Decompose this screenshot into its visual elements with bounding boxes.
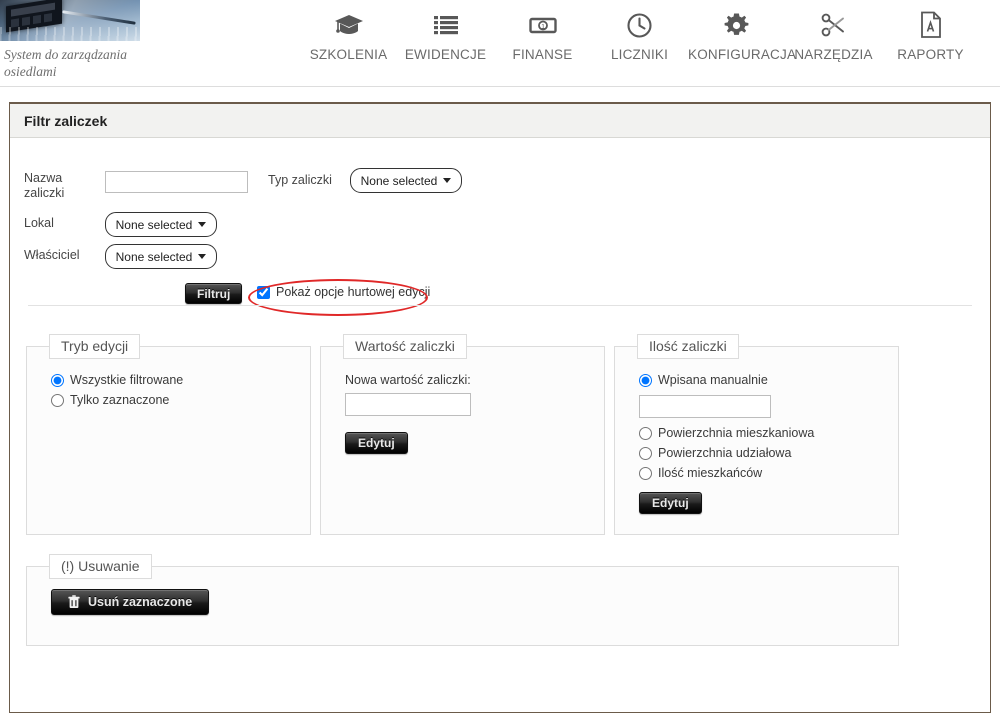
wartosc-zaliczki-fieldset: Wartość zaliczki Nowa wartość zaliczki: … — [320, 334, 605, 535]
radio-label-wszystkie-filtrowane: Wszystkie filtrowane — [70, 373, 184, 387]
nav-label-konfiguracja: KONFIGURACJA — [688, 47, 797, 62]
tryb-edycji-legend: Tryb edycji — [49, 334, 141, 359]
nav-label-finanse: FINANSE — [512, 47, 573, 62]
radio-label-ilosc-mieszkancow: Ilość mieszkańców — [658, 466, 763, 480]
radio-label-wpisana-manualnie: Wpisana manualnie — [658, 373, 768, 387]
radio-wpisana-manualnie[interactable] — [639, 373, 652, 387]
wartosc-edytuj-label: Edytuj — [358, 436, 395, 450]
ilosc-manualna-input[interactable] — [639, 395, 771, 418]
nav-label-raporty: RAPORTY — [897, 47, 964, 62]
radio-row-tylko-zaznaczone[interactable]: Tylko zaznaczone — [51, 393, 310, 407]
brand-tagline: System do zarządzania osiedlami — [4, 47, 128, 79]
filtruj-button[interactable]: Filtruj — [185, 283, 243, 304]
nav-item-raporty[interactable]: RAPORTY — [882, 9, 979, 62]
chevron-down-icon — [443, 178, 452, 183]
nav-item-szkolenia[interactable]: SZKOLENIA — [300, 9, 397, 62]
nav-label-szkolenia: SZKOLENIA — [309, 47, 388, 62]
wartosc-edytuj-button[interactable]: Edytuj — [345, 432, 408, 454]
chevron-down-icon — [198, 222, 207, 227]
bulk-edit-checkbox-row[interactable]: Pokaż opcje hurtowej edycji — [257, 285, 430, 299]
radio-row-powierzchnia-mieszkaniowa[interactable]: Powierzchnia mieszkaniowa — [639, 426, 898, 440]
main-navigation: SZKOLENIA EWIDENCJE 1 FINANSE LICZNIKI K… — [300, 9, 979, 62]
scissors-icon — [785, 9, 882, 41]
ilosc-edytuj-label: Edytuj — [652, 496, 689, 510]
tryb-edycji-fieldset: Tryb edycji Wszystkie filtrowane Tylko z… — [26, 334, 311, 535]
usun-zaznaczone-button[interactable]: Usuń zaznaczone — [51, 589, 210, 615]
page-header: System do zarządzania osiedlami SZKOLENI… — [0, 0, 1000, 87]
pdf-document-icon — [882, 9, 979, 41]
nazwa-zaliczki-input[interactable] — [105, 171, 248, 193]
ilosc-edytuj-button[interactable]: Edytuj — [639, 492, 702, 514]
bulk-edit-checkbox-label: Pokaż opcje hurtowej edycji — [276, 285, 431, 299]
nav-item-liczniki[interactable]: LICZNIKI — [591, 9, 688, 62]
radio-tylko-zaznaczone[interactable] — [51, 393, 64, 407]
nav-item-ewidencje[interactable]: EWIDENCJE — [397, 9, 494, 62]
nowa-wartosc-input[interactable] — [345, 393, 471, 416]
nav-label-liczniki: LICZNIKI — [610, 47, 669, 62]
usun-zaznaczone-label: Usuń zaznaczone — [88, 595, 193, 609]
section-divider — [28, 305, 972, 306]
paper-shape — [0, 27, 140, 41]
lokal-label: Lokal — [24, 216, 54, 230]
filter-form: Nazwa zaliczki Typ zaliczki None selecte… — [10, 138, 990, 316]
nav-item-narzedzia[interactable]: NARZĘDZIA — [785, 9, 882, 62]
brand-block: System do zarządzania osiedlami — [0, 0, 145, 80]
radio-powierzchnia-udzialowa[interactable] — [639, 446, 652, 460]
nav-item-finanse[interactable]: 1 FINANSE — [494, 9, 591, 62]
radio-row-wpisana-manualnie[interactable]: Wpisana manualnie — [639, 373, 898, 387]
nazwa-zaliczki-label: Nazwa zaliczki — [24, 171, 65, 200]
radio-wszystkie-filtrowane[interactable] — [51, 373, 64, 387]
ilosc-zaliczki-legend: Ilość zaliczki — [637, 334, 739, 359]
panel-body: Nazwa zaliczki Typ zaliczki None selecte… — [10, 138, 990, 646]
lokal-dropdown[interactable]: None selected — [105, 212, 217, 237]
trash-icon — [68, 595, 80, 609]
wartosc-zaliczki-legend: Wartość zaliczki — [343, 334, 467, 359]
clock-icon — [591, 9, 688, 41]
typ-zaliczki-dropdown[interactable]: None selected — [350, 168, 462, 193]
radio-row-powierzchnia-udzialowa[interactable]: Powierzchnia udziałowa — [639, 446, 898, 460]
lokal-value: None selected — [115, 217, 193, 232]
list-icon — [397, 9, 494, 41]
bulk-edit-checkbox[interactable] — [257, 285, 270, 299]
graduation-cap-icon — [300, 9, 397, 41]
radio-label-powierzchnia-udzialowa: Powierzchnia udziałowa — [658, 446, 792, 460]
typ-zaliczki-label: Typ zaliczki — [268, 173, 332, 187]
chevron-down-icon — [198, 254, 207, 259]
wlasciciel-value: None selected — [115, 249, 193, 264]
nav-label-narzedzia: NARZĘDZIA — [794, 47, 873, 62]
wlasciciel-label: Właściciel — [24, 248, 80, 262]
filter-panel: Filtr zaliczek Nazwa zaliczki Typ zalicz… — [9, 102, 991, 713]
pen-shape — [62, 10, 136, 25]
page-title: Filtr zaliczek — [24, 112, 108, 129]
radio-label-powierzchnia-mieszkaniowa: Powierzchnia mieszkaniowa — [658, 426, 815, 440]
usuwanie-fieldset: (!) Usuwanie Usuń zaznaczone — [26, 554, 899, 646]
gear-icon — [688, 9, 785, 41]
radio-powierzchnia-mieszkaniowa[interactable] — [639, 426, 652, 440]
ilosc-zaliczki-fieldset: Ilość zaliczki Wpisana manualnie Powierz… — [614, 334, 899, 535]
filtruj-button-label: Filtruj — [197, 286, 231, 301]
nowa-wartosc-label: Nowa wartość zaliczki: — [345, 373, 471, 387]
radio-row-ilosc-mieszkancow[interactable]: Ilość mieszkańców — [639, 466, 898, 480]
usuwanie-legend: (!) Usuwanie — [49, 554, 152, 579]
nav-label-ewidencje: EWIDENCJE — [404, 47, 487, 62]
radio-row-wszystkie-filtrowane[interactable]: Wszystkie filtrowane — [51, 373, 310, 387]
typ-zaliczki-value: None selected — [360, 173, 438, 188]
brand-logo-image — [0, 0, 140, 41]
wlasciciel-dropdown[interactable]: None selected — [105, 244, 217, 269]
nav-item-konfiguracja[interactable]: KONFIGURACJA — [688, 9, 797, 62]
radio-ilosc-mieszkancow[interactable] — [639, 466, 652, 480]
radio-label-tylko-zaznaczone: Tylko zaznaczone — [70, 393, 170, 407]
banknote-icon: 1 — [494, 9, 591, 41]
panel-header: Filtr zaliczek — [10, 104, 990, 138]
svg-text:1: 1 — [541, 24, 545, 31]
